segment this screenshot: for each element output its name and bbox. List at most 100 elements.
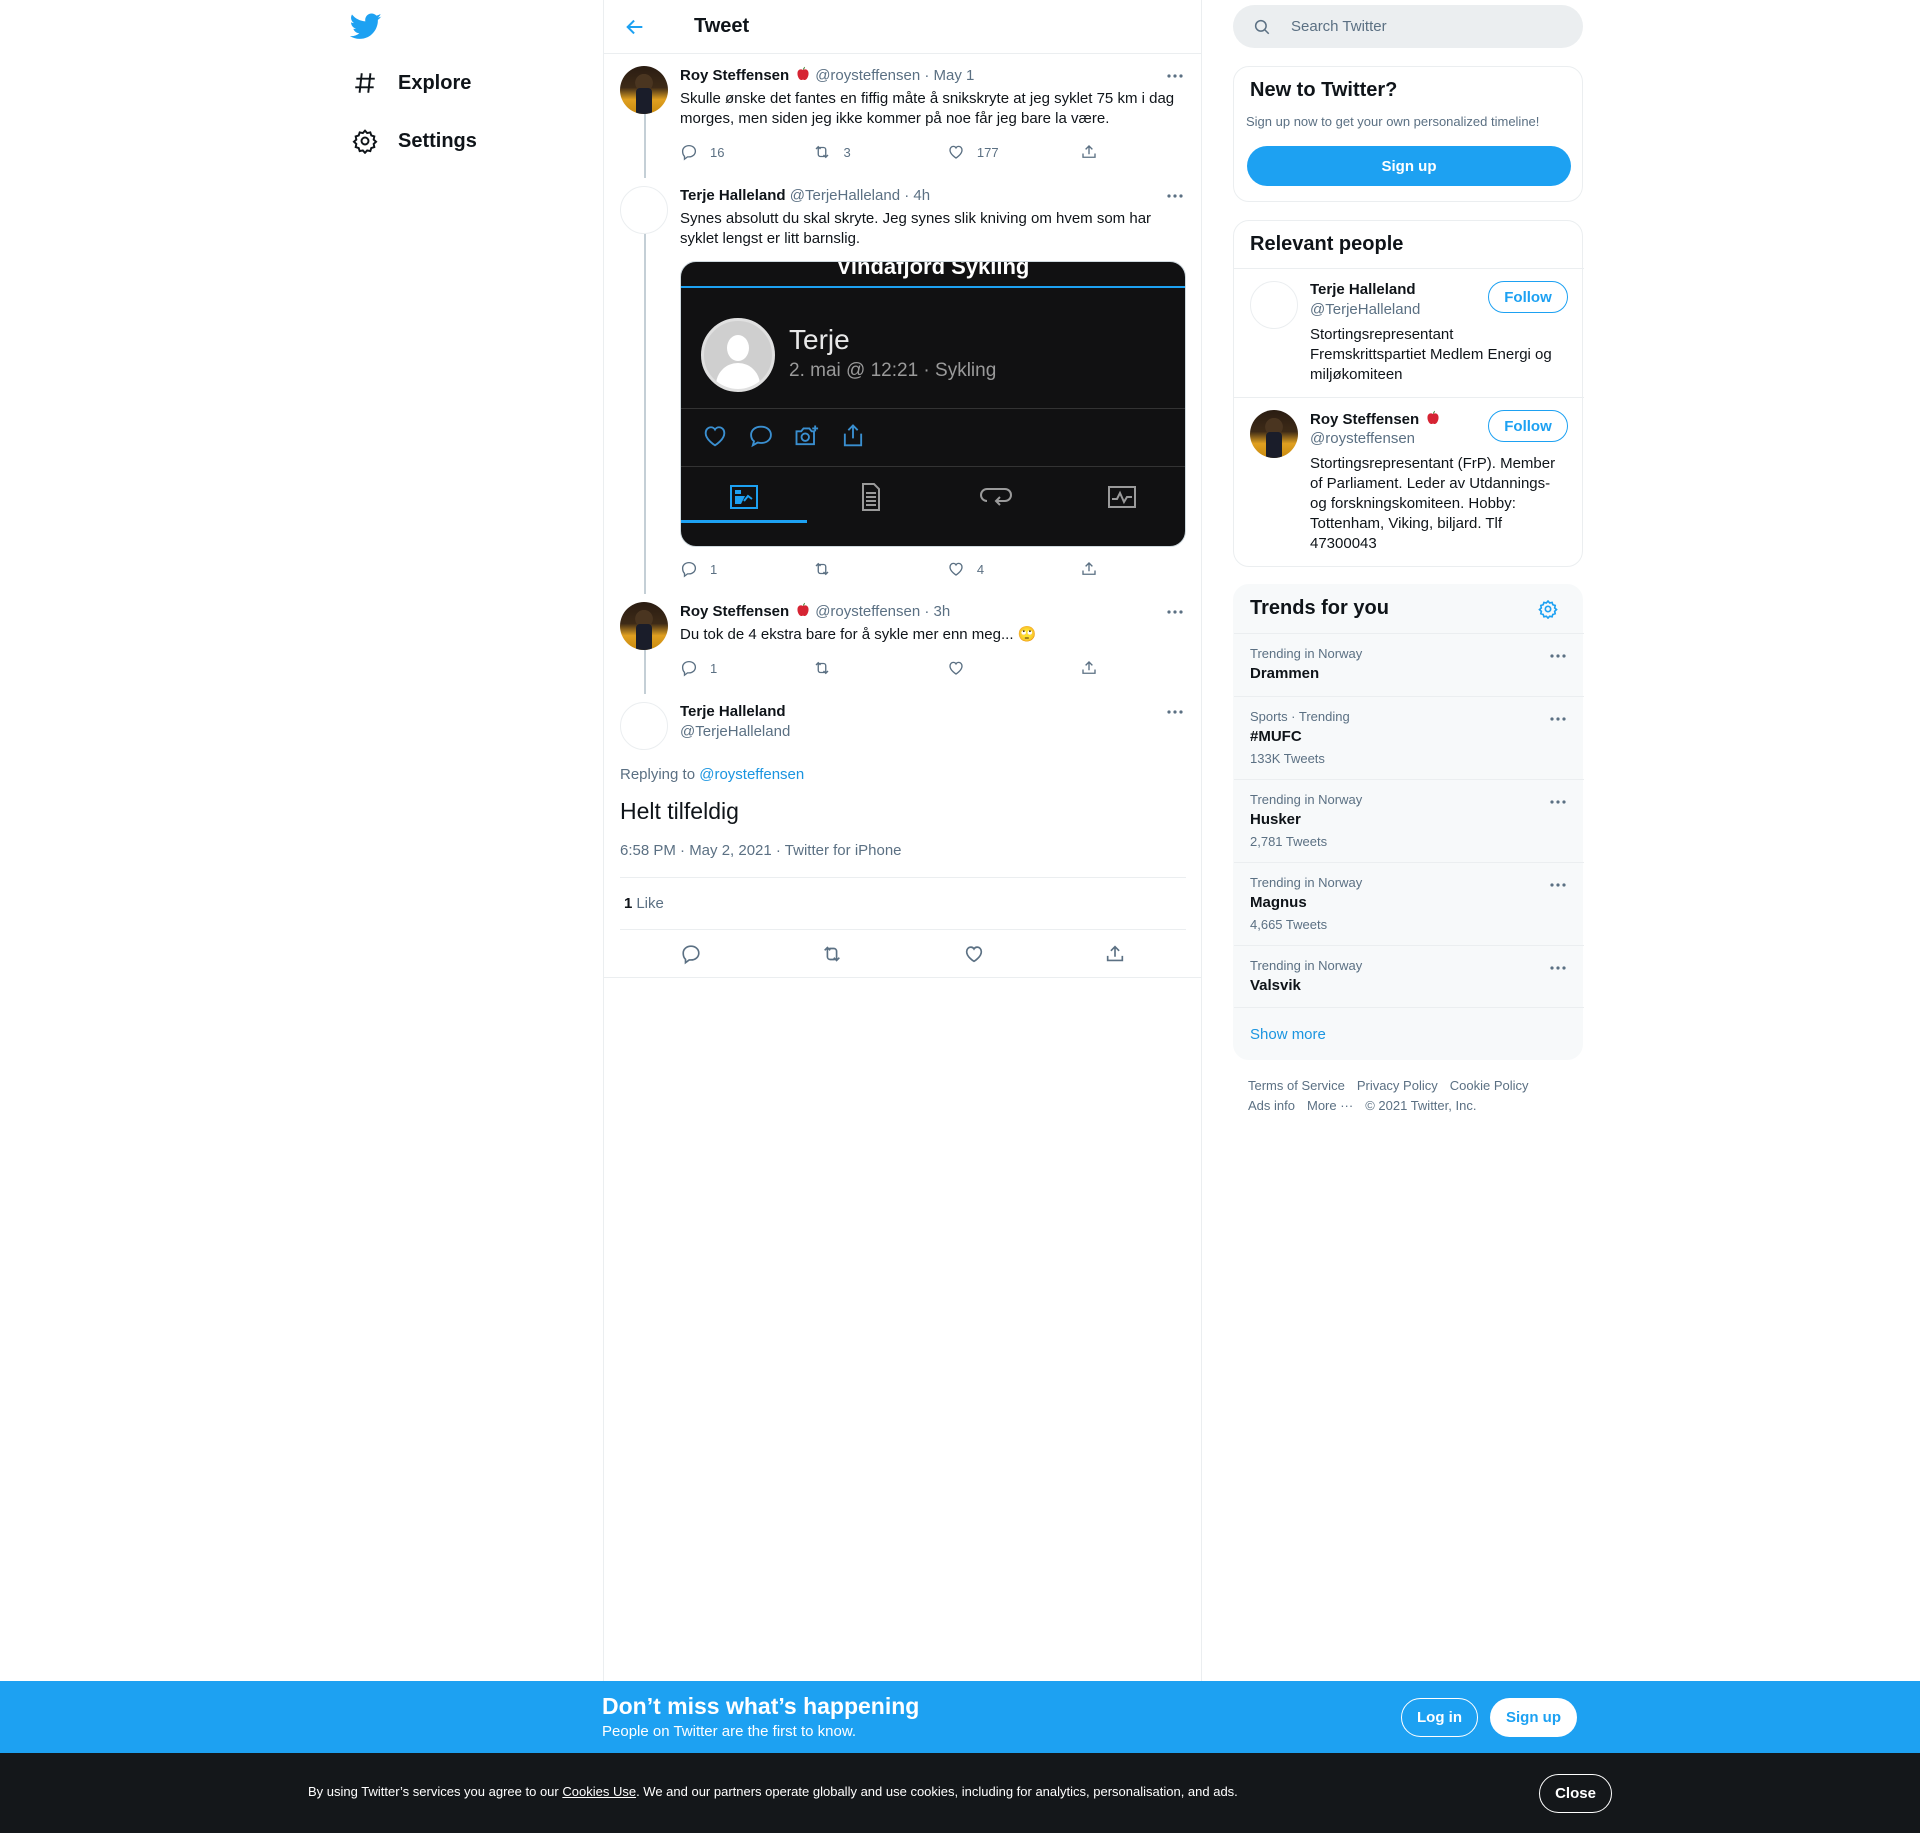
trend-item[interactable]: Trending in Norway Husker 2,781 Tweets bbox=[1234, 779, 1584, 862]
cookie-policy-link[interactable]: Cookie Policy bbox=[1450, 1078, 1529, 1093]
retweet-button[interactable]: 3 bbox=[813, 142, 946, 162]
share-button[interactable] bbox=[1080, 658, 1110, 678]
avatar[interactable] bbox=[1250, 281, 1298, 329]
terms-link[interactable]: Terms of Service bbox=[1248, 1078, 1345, 1093]
avatar[interactable] bbox=[1250, 410, 1298, 458]
retweet-button[interactable] bbox=[813, 559, 946, 579]
media-divider bbox=[681, 408, 1185, 409]
cookies-use-link[interactable]: Cookies Use bbox=[562, 1784, 636, 1799]
sign-up-button[interactable]: Sign up bbox=[1490, 1698, 1577, 1737]
close-button[interactable]: Close bbox=[1539, 1774, 1612, 1813]
nav-settings-label: Settings bbox=[398, 129, 477, 152]
log-in-button[interactable]: Log in bbox=[1401, 1698, 1478, 1737]
search-bar[interactable] bbox=[1233, 5, 1583, 48]
trend-item[interactable]: Sports · Trending #MUFC 133K Tweets bbox=[1234, 696, 1584, 779]
tweet-text: Du tok de 4 ekstra bare for å sykle mer … bbox=[680, 626, 1037, 643]
trend-context: Trending in Norway bbox=[1250, 958, 1363, 973]
author-handle[interactable]: @TerjeHalleland bbox=[790, 187, 900, 204]
comment-icon bbox=[750, 425, 772, 448]
back-arrow-icon[interactable] bbox=[624, 16, 646, 38]
share-icon[interactable] bbox=[1104, 943, 1126, 965]
author-name[interactable]: Roy Steffensen bbox=[680, 603, 789, 620]
retweet-icon bbox=[815, 661, 829, 675]
trend-name: Drammen bbox=[1250, 665, 1320, 682]
follow-button[interactable]: Follow bbox=[1488, 410, 1568, 442]
author-handle[interactable]: @roysteffensen bbox=[815, 603, 920, 620]
reply-icon[interactable] bbox=[680, 943, 702, 965]
media-title: Vindafjord Sykling bbox=[836, 261, 1030, 279]
gear-icon[interactable] bbox=[1538, 599, 1558, 619]
tweet-media-image[interactable]: Vindafjord Sykling Terje 2. mai @ 12:21 … bbox=[680, 261, 1186, 547]
tweet-time[interactable]: · May 1 bbox=[924, 67, 974, 84]
thread-tweet[interactable]: Roy Steffensen @roysteffensen · May 1 Sku… bbox=[604, 54, 1201, 174]
more-options-icon[interactable] bbox=[1548, 875, 1568, 895]
trend-item[interactable]: Trending in Norway Valsvik bbox=[1234, 945, 1584, 1008]
like-button[interactable]: 4 bbox=[947, 559, 1080, 579]
nav-settings[interactable]: Settings bbox=[352, 116, 477, 166]
person-name: Roy Steffensen bbox=[1310, 411, 1420, 428]
reply-button[interactable]: 1 bbox=[680, 658, 813, 678]
author-name[interactable]: Terje Halleland bbox=[680, 187, 786, 204]
more-options-icon[interactable] bbox=[1165, 702, 1185, 722]
author-name[interactable]: Roy Steffensen bbox=[680, 67, 789, 84]
banner-subtitle: People on Twitter are the first to know. bbox=[602, 1723, 857, 1740]
reply-button[interactable]: 1 bbox=[680, 559, 813, 579]
retweet-icon bbox=[815, 145, 829, 159]
more-options-icon[interactable] bbox=[1165, 66, 1185, 86]
nav-explore[interactable]: Explore bbox=[352, 58, 471, 108]
ads-info-link[interactable]: Ads info bbox=[1248, 1098, 1295, 1113]
media-tab-bar bbox=[681, 468, 1185, 526]
heart-icon bbox=[704, 426, 726, 447]
like-button[interactable]: 177 bbox=[947, 142, 1080, 162]
author-name-text: Terje Halleland bbox=[680, 703, 786, 720]
heart-icon[interactable] bbox=[963, 943, 985, 965]
sign-up-button[interactable]: Sign up bbox=[1247, 146, 1571, 186]
avatar[interactable] bbox=[620, 186, 668, 234]
more-options-icon[interactable] bbox=[1548, 646, 1568, 666]
author-name[interactable]: Terje Halleland bbox=[680, 702, 786, 722]
share-button[interactable] bbox=[1080, 142, 1110, 162]
more-options-icon[interactable] bbox=[1548, 958, 1568, 978]
trend-name: Husker bbox=[1250, 811, 1301, 828]
column-header: Tweet bbox=[604, 0, 1201, 54]
more-link[interactable]: More ··· bbox=[1307, 1098, 1353, 1113]
reply-button[interactable]: 16 bbox=[680, 142, 813, 162]
person-item[interactable]: Terje Halleland @TerjeHalleland Storting… bbox=[1234, 268, 1584, 397]
avatar[interactable] bbox=[620, 602, 668, 650]
cookie-text: By using Twitter’s services you agree to… bbox=[308, 1784, 1238, 1799]
media-tab bbox=[933, 468, 1059, 526]
tweet-timestamp[interactable]: 6:58 PM · May 2, 2021 · Twitter for iPho… bbox=[620, 842, 902, 859]
author-handle[interactable]: @roysteffensen bbox=[815, 67, 920, 84]
avatar[interactable] bbox=[620, 66, 668, 114]
author-handle[interactable]: @TerjeHalleland bbox=[680, 722, 790, 742]
more-options-icon[interactable] bbox=[1165, 602, 1185, 622]
person-item[interactable]: Roy Steffensen @roysteffensen Stortingsr… bbox=[1234, 397, 1584, 567]
show-more-link[interactable]: Show more bbox=[1250, 1026, 1326, 1043]
follow-button[interactable]: Follow bbox=[1488, 281, 1568, 313]
trend-item[interactable]: Trending in Norway Magnus 4,665 Tweets bbox=[1234, 862, 1584, 945]
person-name[interactable]: Terje Halleland bbox=[1310, 281, 1416, 298]
more-options-icon[interactable] bbox=[1165, 186, 1185, 206]
share-button[interactable] bbox=[1080, 559, 1110, 579]
more-options-icon[interactable] bbox=[1548, 792, 1568, 812]
more-options-icon[interactable] bbox=[1548, 709, 1568, 729]
like-button[interactable] bbox=[947, 658, 1080, 678]
person-handle[interactable]: @TerjeHalleland bbox=[1310, 301, 1420, 318]
thread-tweet[interactable]: Terje Halleland @TerjeHalleland · 4h Syn… bbox=[604, 174, 1201, 596]
retweet-icon[interactable] bbox=[821, 943, 843, 965]
tweet-header: Terje Halleland @TerjeHalleland · 4h bbox=[680, 186, 930, 206]
trend-item[interactable]: Trending in Norway Drammen bbox=[1234, 633, 1584, 696]
likes-summary[interactable]: 1 Like bbox=[620, 877, 1186, 930]
replying-to-link[interactable]: @roysteffensen bbox=[699, 766, 804, 783]
search-input[interactable] bbox=[1291, 18, 1551, 35]
avatar[interactable] bbox=[620, 702, 668, 750]
person-handle[interactable]: @roysteffensen bbox=[1310, 430, 1415, 447]
person-name-row[interactable]: Roy Steffensen bbox=[1310, 410, 1445, 428]
twitter-logo-icon[interactable] bbox=[350, 10, 382, 42]
privacy-link[interactable]: Privacy Policy bbox=[1357, 1078, 1438, 1093]
retweet-button[interactable] bbox=[813, 658, 946, 678]
tweet-time[interactable]: · 4h bbox=[904, 187, 930, 204]
tweet-time[interactable]: · 3h bbox=[924, 603, 950, 620]
thread-tweet[interactable]: Roy Steffensen @roysteffensen · 3h Du tok… bbox=[604, 590, 1201, 690]
route-tab-icon bbox=[980, 488, 1012, 506]
